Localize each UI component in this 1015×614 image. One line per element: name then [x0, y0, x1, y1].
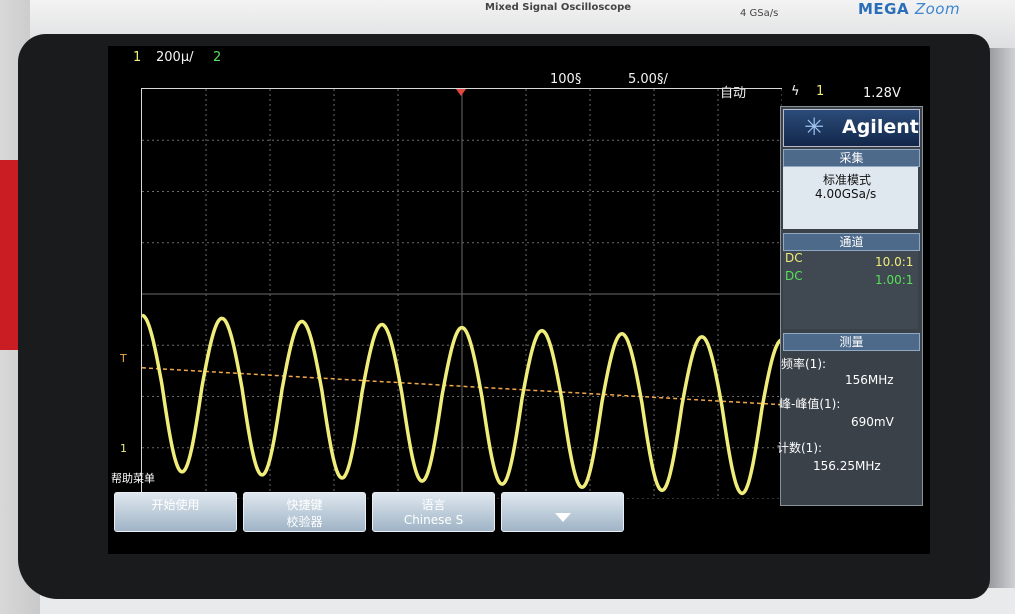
measure-freq-value: 156MHz — [845, 373, 894, 387]
measurements-header[interactable]: 测量 — [783, 333, 920, 351]
softkey-3-line2: Chinese S — [403, 513, 464, 527]
model-label: Mixed Signal Oscilloscope — [485, 2, 632, 13]
ch1-label[interactable]: 1 — [133, 50, 141, 65]
measurements-body: 频率(1): 156MHz 峰-峰值(1): 690mV 计数(1): 156.… — [777, 351, 918, 501]
trigger-level[interactable]: 1.28V — [863, 86, 901, 101]
help-menu-label: 帮助菜单 — [111, 472, 155, 485]
ch2-probe: 1.00:1 — [875, 273, 914, 287]
acquire-rate: 4.00GSa/s — [815, 187, 877, 201]
ch1-ground-marker[interactable]: 1 — [120, 442, 127, 455]
channels-header[interactable]: 通道 — [783, 233, 920, 251]
softkey-getting-started[interactable]: 开始使用 — [114, 492, 237, 532]
waveform-svg — [142, 89, 782, 499]
softkey-3-line1: 语言 — [421, 498, 446, 512]
channels-body: DC 10.0:1 DC 1.00:1 — [783, 251, 918, 329]
ch1-probe: 10.0:1 — [875, 255, 914, 269]
acquire-body: 标准模式 4.00GSa/s — [783, 167, 918, 229]
megazoom-logo: MEGA Zoom — [858, 0, 960, 18]
softkey-1-line1: 开始使用 — [151, 498, 200, 512]
trigger-channel: 1 — [816, 84, 825, 99]
measure-freq-label: 频率(1): — [781, 357, 827, 371]
oscilloscope-screen: 1 200µ/ 2 100§ 5.00§/ 自动 ϟ 1 1.28V T 1 ✳… — [108, 46, 930, 554]
acquire-mode: 标准模式 — [823, 173, 872, 187]
ch2-label[interactable]: 2 — [213, 50, 221, 65]
softkey-2-line1: 快捷键 — [286, 498, 323, 512]
mega-text: MEGA — [858, 0, 910, 18]
softkey-shortcut[interactable]: 快捷键 校验器 — [243, 492, 366, 532]
trigger-position-marker[interactable] — [456, 89, 466, 96]
sample-rate-label: 4 GSa/s — [740, 8, 779, 19]
acquire-header[interactable]: 采集 — [783, 149, 920, 167]
trigger-level-marker[interactable]: T — [120, 352, 127, 365]
softkey-2-line2: 校验器 — [286, 515, 323, 529]
softkey-more[interactable] — [501, 492, 624, 532]
info-panel: ✳ Agilent 采集 标准模式 4.00GSa/s 通道 DC 10.0:1… — [777, 106, 923, 506]
zoom-text: Zoom — [914, 0, 961, 18]
time-position[interactable]: 100§ — [550, 72, 581, 87]
vendor-name: Agilent — [842, 116, 919, 138]
measure-vpp-label: 峰-峰值(1): — [779, 397, 841, 411]
agilent-spark-icon: ✳ — [804, 113, 825, 141]
measure-vpp-value: 690mV — [851, 415, 894, 429]
softkey-language[interactable]: 语言 Chinese S — [372, 492, 495, 532]
ch1-scale[interactable]: 200µ/ — [156, 50, 193, 65]
waveform-display[interactable] — [141, 88, 782, 499]
arrow-down-icon — [555, 513, 571, 522]
measure-count-value: 156.25MHz — [813, 459, 881, 473]
agilent-logo: ✳ Agilent — [783, 109, 920, 147]
measure-count-label: 计数(1): — [777, 441, 823, 455]
time-scale[interactable]: 5.00§/ — [628, 72, 668, 87]
ch1-coupling: DC — [785, 251, 803, 265]
ch2-coupling: DC — [785, 269, 803, 283]
trigger-edge-icon: ϟ — [791, 84, 800, 99]
